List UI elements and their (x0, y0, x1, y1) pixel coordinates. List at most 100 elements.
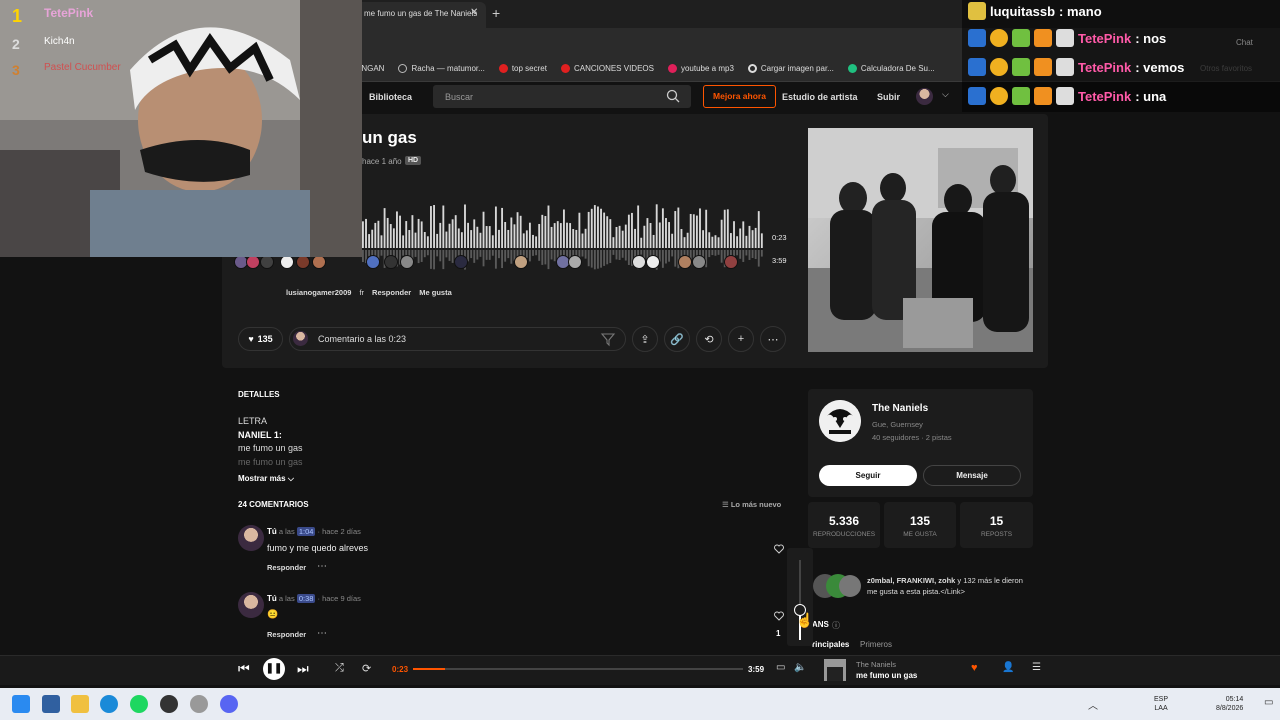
more-icon[interactable]: ⋯ (317, 628, 327, 639)
avatar[interactable] (296, 255, 310, 269)
mini-artist-name[interactable]: The Naniels (856, 660, 896, 669)
queue-icon[interactable]: ☰ (1032, 662, 1041, 673)
reply-button[interactable]: Responder (267, 630, 306, 639)
waveform-bar (655, 204, 658, 248)
like-link[interactable]: Me gusta (419, 288, 452, 297)
avatar[interactable] (514, 255, 528, 269)
bookmark-item[interactable]: Cargar imagen par... (747, 64, 834, 73)
avatar[interactable] (400, 255, 414, 269)
bookmark-item[interactable]: youtube a mp3 (667, 64, 734, 73)
new-tab-icon[interactable]: + (492, 5, 500, 21)
waveform-bar (541, 214, 544, 248)
avatar[interactable] (646, 255, 660, 269)
file-explorer-icon[interactable] (71, 695, 89, 713)
waveform-bar (575, 229, 578, 248)
browser-tab-active[interactable]: me fumo un gas de The Naniels (356, 2, 486, 28)
avatar[interactable] (280, 255, 294, 269)
artist-name[interactable]: The Naniels (872, 403, 928, 414)
add-to-playlist-button[interactable]: + (728, 326, 754, 352)
lyrics-line: NANIEL 1: (238, 430, 282, 440)
chevron-up-icon[interactable]: ︿ (1088, 697, 1098, 712)
heart-icon[interactable] (774, 611, 784, 621)
waveform-bar (621, 230, 624, 248)
edge-icon[interactable] (100, 695, 118, 713)
nav-upload[interactable]: Subir (877, 92, 900, 102)
pause-button[interactable]: ❚❚ (263, 658, 285, 680)
waveform-bar (674, 211, 677, 248)
avatar[interactable] (246, 255, 260, 269)
share-button[interactable]: ⇪ (632, 326, 658, 352)
notification-icon[interactable]: ▭ (1264, 697, 1273, 708)
tab-first-fans[interactable]: Primeros (860, 640, 892, 649)
avatar[interactable] (366, 255, 380, 269)
avatar[interactable] (260, 255, 274, 269)
app-icon[interactable] (190, 695, 208, 713)
language-indicator[interactable]: ESP LAA (1154, 695, 1168, 713)
reply-button[interactable]: Responder (267, 563, 306, 572)
spotify-icon[interactable] (130, 695, 148, 713)
show-more-button[interactable]: Mostrar más ⌵ (238, 474, 294, 484)
bookmark-item[interactable]: top secret (498, 64, 547, 73)
avatar[interactable] (384, 255, 398, 269)
reply-link[interactable]: Responder (372, 288, 411, 297)
chevron-down-icon[interactable]: ⌵ (942, 89, 949, 100)
clock[interactable]: 05:14 8/8/2026 (1216, 695, 1243, 713)
like-button[interactable]: ♥ 135 (238, 327, 283, 351)
repeat-button[interactable]: ⟳ (362, 662, 371, 675)
heart-icon[interactable]: ♥ (971, 662, 978, 674)
comment-timestamp[interactable]: 1:04 (296, 527, 316, 536)
artist-avatar[interactable] (819, 400, 861, 442)
search-icon[interactable] (666, 89, 680, 103)
previous-button[interactable]: ⏮ (238, 661, 250, 677)
windows-start-icon[interactable] (12, 695, 30, 713)
more-icon[interactable]: ⋯ (317, 561, 327, 572)
upgrade-button[interactable]: Mejora ahora (703, 85, 776, 108)
app-icon[interactable] (42, 695, 60, 713)
next-button[interactable]: ⏭ (297, 661, 309, 677)
more-button[interactable]: ⋯ (760, 326, 786, 352)
waveform-bar (525, 230, 528, 248)
sort-dropdown[interactable]: ☰ Lo más nuevo (722, 500, 781, 509)
tab-top-fans[interactable]: rincipales (812, 640, 849, 649)
avatar[interactable] (724, 255, 738, 269)
cast-button[interactable]: ▭ (776, 662, 785, 673)
info-icon[interactable]: ⓘ (832, 620, 840, 631)
avatar[interactable] (238, 592, 264, 618)
follow-button[interactable]: Seguir (819, 465, 917, 486)
waveform-bar (692, 214, 695, 248)
send-icon[interactable] (600, 331, 616, 347)
bookmark-item[interactable]: Calculadora De Su... (847, 64, 935, 73)
waveform-bar (646, 218, 649, 248)
avatar[interactable] (238, 525, 264, 551)
repost-button[interactable]: ⟲ (696, 326, 722, 352)
mini-track-title[interactable]: me fumo un gas (856, 671, 917, 680)
likers-avatars[interactable] (812, 573, 862, 599)
discord-icon[interactable] (220, 695, 238, 713)
tab-close-icon[interactable]: ✕ (470, 7, 478, 18)
avatar[interactable] (568, 255, 582, 269)
copy-link-button[interactable]: 🔗 (664, 326, 690, 352)
bookmark-item[interactable]: Racha — matumor... (398, 64, 485, 73)
avatar[interactable] (678, 255, 692, 269)
heart-icon[interactable] (774, 544, 784, 554)
waveform-bar (748, 225, 751, 248)
avatar[interactable] (916, 88, 933, 105)
comment-timestamp[interactable]: 0:38 (296, 594, 316, 603)
mini-album-art[interactable] (824, 659, 846, 681)
comment-user[interactable]: lusianogamer2009 (286, 288, 351, 297)
volume-button[interactable]: 🔈 (794, 662, 806, 673)
bookmark-item[interactable]: CANCIONES VIDEOS (560, 64, 654, 73)
nav-artist-studio[interactable]: Estudio de artista (782, 92, 858, 102)
waveform-bar (705, 209, 708, 248)
avatar[interactable] (632, 255, 646, 269)
nav-library[interactable]: Biblioteca (369, 92, 412, 102)
progress-bar[interactable] (413, 668, 743, 670)
avatar[interactable] (692, 255, 706, 269)
shuffle-button[interactable]: ⤮ (335, 662, 344, 675)
follow-user-icon[interactable]: 👤 (1002, 662, 1014, 673)
obs-icon[interactable] (160, 695, 178, 713)
message-button[interactable]: Mensaje (923, 465, 1021, 486)
avatar[interactable] (454, 255, 468, 269)
avatar[interactable] (312, 255, 326, 269)
badge-icon (1034, 58, 1052, 76)
